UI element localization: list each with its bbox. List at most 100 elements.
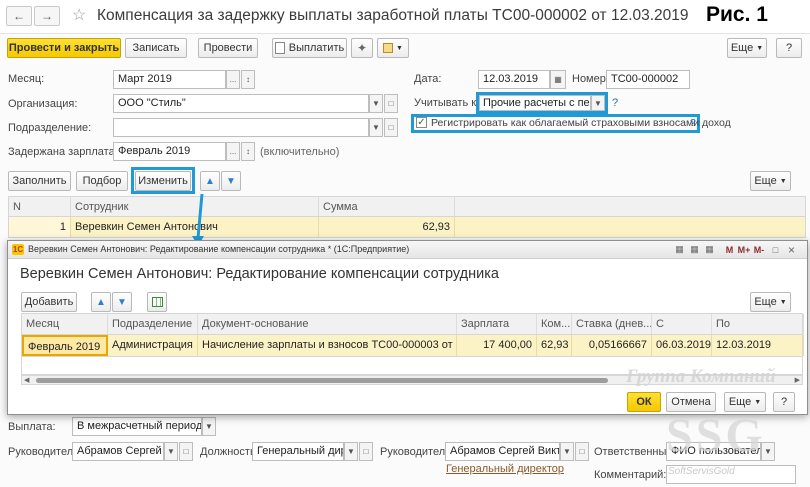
payment-field[interactable]: В межрасчетный период xyxy=(72,417,202,436)
calc-icon[interactable]: ▦ xyxy=(704,244,715,255)
delayed-salary-field[interactable]: Февраль 2019 xyxy=(113,142,226,161)
dialog-help-button[interactable]: ? xyxy=(773,392,795,412)
app-window: ← → ☆ Компенсация за задержку выплаты за… xyxy=(0,0,810,487)
maximize-icon[interactable]: □ xyxy=(770,244,781,255)
add-button[interactable]: Добавить xyxy=(21,292,77,312)
position-link[interactable]: Генеральный директор xyxy=(446,463,564,475)
memory-m-icon[interactable]: M xyxy=(724,244,735,255)
column-header-to[interactable]: По xyxy=(712,314,804,334)
organization-dropdown[interactable]: ▼ xyxy=(369,94,383,113)
memory-plus-icon[interactable]: M+ xyxy=(737,244,751,255)
column-header-compensation[interactable]: Ком... xyxy=(537,314,572,334)
column-header-from[interactable]: С xyxy=(652,314,712,334)
row-basis-document: Начисление зарплаты и взносов ТС00-00000… xyxy=(198,335,457,356)
head-field[interactable]: Абрамов Сергей Вик xyxy=(72,442,164,461)
month-label: Месяц: xyxy=(8,73,45,85)
insurance-checkbox-label: Регистрировать как облагаемый страховыми… xyxy=(431,117,731,129)
table-more-button[interactable]: Еще ▼ xyxy=(750,171,791,191)
forward-button[interactable]: → xyxy=(34,6,60,26)
department-open-button[interactable]: □ xyxy=(384,118,398,137)
dialog-table-header: Месяц Подразделение Документ-основание З… xyxy=(21,313,804,335)
column-header-basis-document[interactable]: Документ-основание xyxy=(198,314,457,334)
column-header-salary[interactable]: Зарплата xyxy=(457,314,537,334)
column-header-n[interactable]: N xyxy=(9,197,71,216)
memory-minus-icon[interactable]: M- xyxy=(752,244,766,255)
row-month[interactable]: Февраль 2019 xyxy=(22,335,108,356)
table-row[interactable]: 1 Веревкин Семен Антонович 62,93 xyxy=(8,217,806,238)
ok-button[interactable]: ОК xyxy=(627,392,661,412)
number-label: Номер: xyxy=(572,73,609,85)
attach-button[interactable]: ✦ xyxy=(351,38,373,58)
scrollbar-thumb[interactable] xyxy=(36,378,608,383)
organization-field[interactable]: ООО "Стиль" xyxy=(113,94,369,113)
move-down-button[interactable]: ▼ xyxy=(221,171,241,191)
number-field[interactable]: ТС00-000002 xyxy=(606,70,690,89)
account-help-icon[interactable]: ? xyxy=(612,97,618,109)
more-button[interactable]: Еще ▼ xyxy=(727,38,767,58)
department-dropdown[interactable]: ▼ xyxy=(369,118,383,137)
department-label: Подразделение: xyxy=(8,122,92,134)
position-open-button[interactable]: □ xyxy=(359,442,373,461)
head2-dropdown[interactable]: ▼ xyxy=(560,442,574,461)
pay-button[interactable]: Выплатить xyxy=(272,38,347,58)
organization-open-button[interactable]: □ xyxy=(384,94,398,113)
select-button[interactable]: Подбор xyxy=(76,171,128,191)
column-header-rate[interactable]: Ставка (днев... xyxy=(572,314,652,334)
settings-icon[interactable]: ▦ xyxy=(689,244,700,255)
payment-dropdown[interactable]: ▼ xyxy=(202,417,216,436)
move-up-button[interactable]: ▲ xyxy=(200,171,220,191)
fill-button[interactable]: Заполнить xyxy=(8,171,71,191)
department-field[interactable] xyxy=(113,118,369,137)
arrow-right-icon: → xyxy=(41,9,53,23)
table-settings-button[interactable] xyxy=(147,292,167,312)
help-button[interactable]: ? xyxy=(776,38,802,58)
date-field[interactable]: 12.03.2019 xyxy=(478,70,550,89)
column-header-sum[interactable]: Сумма xyxy=(319,197,455,216)
date-label: Дата: xyxy=(414,73,442,85)
comment-label: Комментарий: xyxy=(594,469,667,481)
account-as-dropdown[interactable]: ▼ xyxy=(591,95,605,111)
back-button[interactable]: ← xyxy=(6,6,32,26)
column-header-department[interactable]: Подразделение xyxy=(108,314,198,334)
payment-label: Выплата: xyxy=(8,421,56,433)
arrow-down-icon: ▼ xyxy=(226,175,236,187)
account-as-field[interactable]: Прочие расчеты с персон xyxy=(479,95,591,111)
close-icon[interactable]: × xyxy=(786,243,797,257)
table-row[interactable]: Февраль 2019 Администрация Начисление за… xyxy=(21,335,804,357)
dropdown-arrow-icon: ▼ xyxy=(756,44,764,52)
dialog-move-down-button[interactable]: ▼ xyxy=(112,292,132,312)
main-table-header: N Сотрудник Сумма xyxy=(8,196,806,217)
position-field[interactable]: Генеральный директ xyxy=(252,442,344,461)
favorite-star-icon[interactable]: ☆ xyxy=(72,5,86,25)
calendar-button[interactable]: ▦ xyxy=(550,70,566,89)
save-to-file-icon[interactable]: ▦ xyxy=(674,244,685,255)
month-select-button[interactable]: ... xyxy=(226,70,240,89)
delayed-stepper[interactable]: ↕ xyxy=(241,142,255,161)
dialog-title-bar: 1С Веревкин Семен Антонович: Редактирова… xyxy=(8,241,807,259)
scroll-right-icon[interactable]: ▶ xyxy=(795,376,800,384)
dialog-more-button[interactable]: Еще ▼ xyxy=(750,292,791,312)
month-field[interactable]: Март 2019 xyxy=(113,70,226,89)
column-header-month[interactable]: Месяц xyxy=(22,314,108,334)
print-menu-button[interactable]: ▼ xyxy=(377,38,409,58)
head2-field[interactable]: Абрамов Сергей Викторо xyxy=(445,442,560,461)
delayed-select-button[interactable]: ... xyxy=(226,142,240,161)
head-open-button[interactable]: □ xyxy=(179,442,193,461)
write-button[interactable]: Записать xyxy=(125,38,187,58)
watermark-brand: SoftServisGold xyxy=(668,466,735,477)
position-dropdown[interactable]: ▼ xyxy=(344,442,358,461)
dialog-move-up-button[interactable]: ▲ xyxy=(91,292,111,312)
column-header-employee[interactable]: Сотрудник xyxy=(71,197,319,216)
more-button-label: Еще xyxy=(730,42,754,54)
month-stepper[interactable]: ↕ xyxy=(241,70,255,89)
dropdown-arrow-icon: ▼ xyxy=(396,44,403,52)
head2-open-button[interactable]: □ xyxy=(575,442,589,461)
scroll-left-icon[interactable]: ◀ xyxy=(24,376,29,384)
head-dropdown[interactable]: ▼ xyxy=(164,442,178,461)
post-button[interactable]: Провести xyxy=(198,38,258,58)
insurance-help-icon[interactable]: ? xyxy=(690,117,696,129)
post-and-close-button[interactable]: Провести и закрыть xyxy=(7,38,121,58)
insurance-checkbox[interactable]: ✓ xyxy=(416,117,427,128)
arrow-down-icon: ▼ xyxy=(117,296,127,308)
change-button[interactable]: Изменить xyxy=(135,171,191,191)
